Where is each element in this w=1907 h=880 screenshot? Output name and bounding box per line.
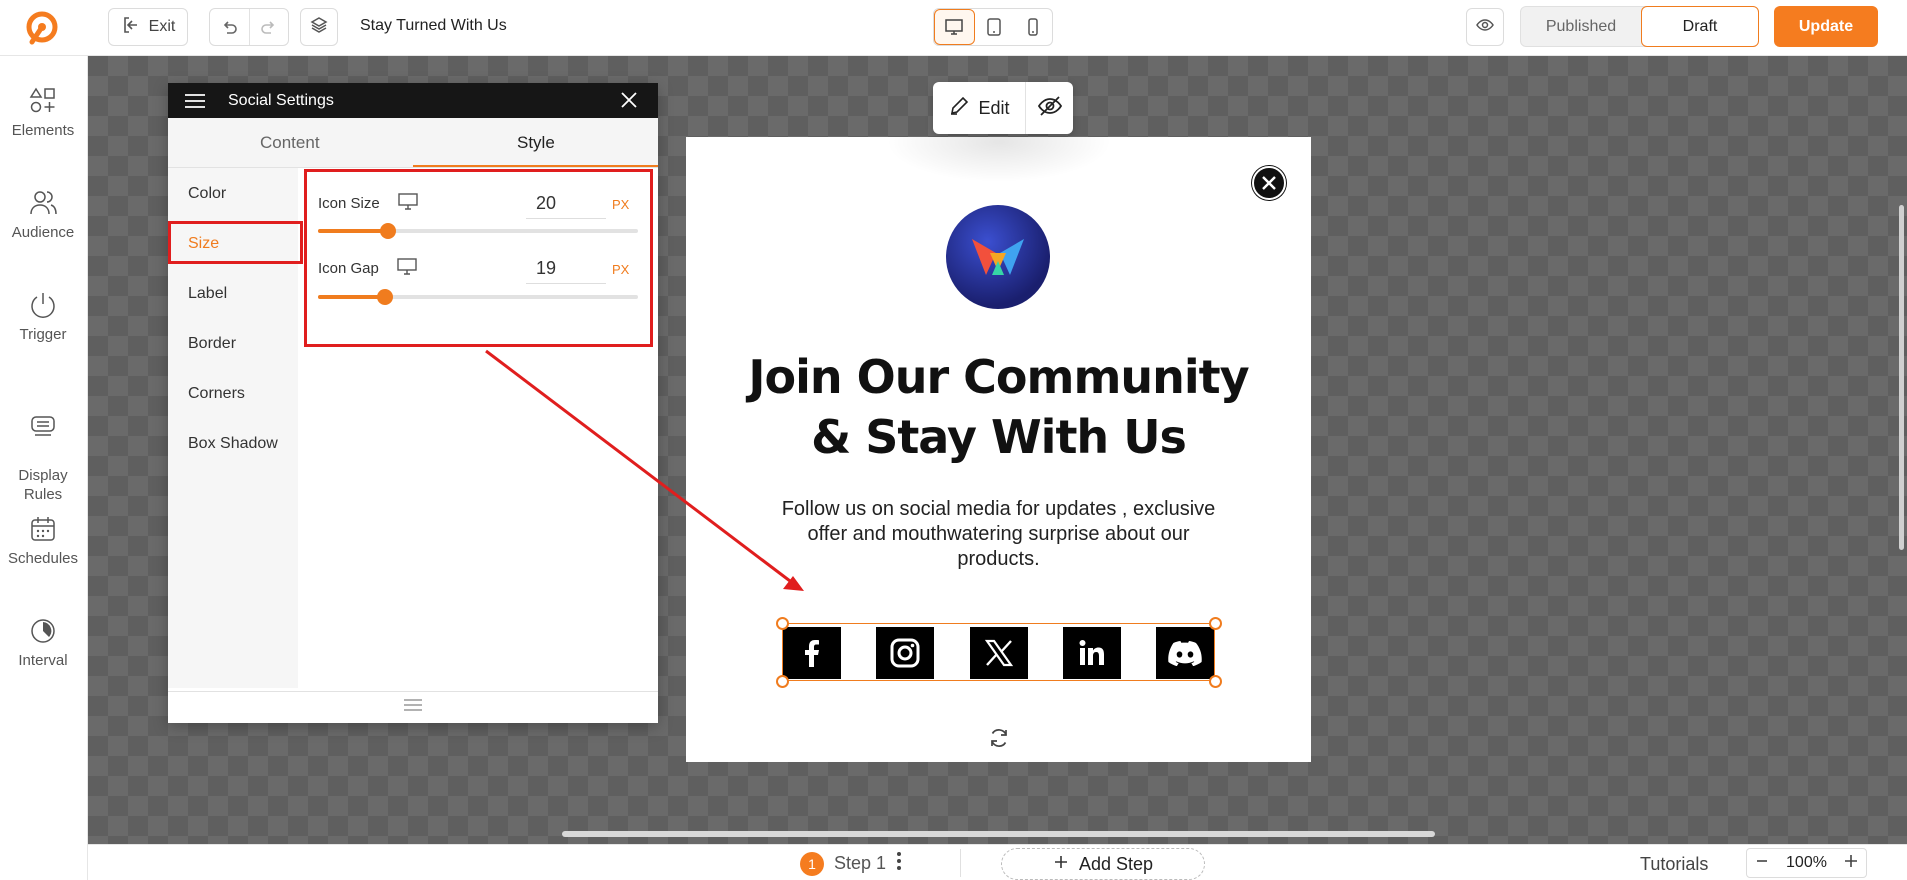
- exit-button[interactable]: Exit: [108, 8, 188, 46]
- menu-item-box-shadow[interactable]: Box Shadow: [188, 435, 278, 453]
- tablet-view-icon[interactable]: [975, 9, 1014, 45]
- menu-item-corners[interactable]: Corners: [188, 385, 245, 403]
- step-selector[interactable]: 1 Step 1: [800, 851, 902, 876]
- published-option[interactable]: Published: [1521, 7, 1641, 46]
- sidebar-item-trigger[interactable]: Trigger: [0, 290, 86, 343]
- more-vertical-icon[interactable]: [896, 851, 902, 876]
- document-title[interactable]: Stay Turned With Us: [360, 17, 507, 35]
- sidebar-label-audience: Audience: [11, 224, 75, 241]
- sidebar-item-audience[interactable]: Audience: [0, 188, 86, 241]
- tab-content[interactable]: Content: [260, 133, 320, 153]
- zoom-in-icon[interactable]: [1844, 854, 1858, 873]
- device-switcher: [933, 8, 1053, 46]
- sidebar-label-elements: Elements: [11, 122, 75, 139]
- app-logo-icon[interactable]: [22, 10, 62, 46]
- popup-heading-line2: & Stay With Us: [811, 410, 1187, 464]
- eye-icon: [1475, 15, 1495, 40]
- menu-item-color[interactable]: Color: [188, 185, 226, 203]
- sidebar-item-elements[interactable]: Elements: [0, 86, 86, 139]
- close-icon[interactable]: [620, 91, 638, 114]
- popup-preview[interactable]: Join Our Community & Stay With Us Follow…: [686, 137, 1311, 762]
- popup-subtext[interactable]: Follow us on social media for updates , …: [776, 497, 1221, 572]
- zoom-control: 100%: [1746, 848, 1867, 878]
- step-label: Step 1: [834, 853, 887, 873]
- sidebar-item-interval[interactable]: Interval: [0, 616, 86, 669]
- popup-heading-line1: Join Our Community: [748, 350, 1249, 404]
- resize-handle-top-left[interactable]: [776, 617, 789, 630]
- left-sidebar: Elements Audience Trigger Display Rules …: [0, 56, 88, 880]
- divider: [960, 849, 961, 877]
- social-settings-panel: Social Settings Content Style Color Size…: [168, 83, 658, 723]
- menu-item-label[interactable]: Label: [188, 285, 227, 303]
- hide-element-button[interactable]: [1025, 82, 1073, 134]
- layers-button[interactable]: [300, 8, 338, 46]
- bottom-bar: 1 Step 1 Add Step Tutorials 100%: [88, 844, 1907, 880]
- panel-resize-handle[interactable]: [168, 691, 658, 723]
- horizontal-scrollbar[interactable]: [562, 831, 1435, 837]
- drag-handle-icon: [402, 698, 424, 717]
- desktop-view-icon[interactable]: [934, 9, 975, 45]
- redo-icon[interactable]: [248, 9, 289, 45]
- popup-heading[interactable]: Join Our Community & Stay With Us: [726, 347, 1271, 467]
- resize-handle-bottom-left[interactable]: [776, 675, 789, 688]
- resize-handle-bottom-right[interactable]: [1209, 675, 1222, 688]
- instagram-icon[interactable]: [876, 627, 934, 679]
- step-number-badge: 1: [800, 851, 824, 876]
- history-group: [209, 8, 289, 46]
- facebook-icon[interactable]: [783, 627, 841, 679]
- size-highlight-box: [168, 221, 303, 264]
- popup-close-icon[interactable]: [1252, 166, 1286, 200]
- x-icon[interactable]: [970, 627, 1028, 679]
- zoom-out-icon[interactable]: [1755, 854, 1769, 873]
- plus-icon: [1053, 854, 1069, 875]
- edit-label: Edit: [978, 97, 1010, 118]
- add-step-label: Add Step: [1078, 853, 1154, 874]
- eye-off-icon: [1037, 95, 1063, 122]
- discord-icon[interactable]: [1156, 627, 1214, 679]
- sidebar-item-display-rules[interactable]: Display Rules: [0, 392, 86, 504]
- hamburger-menu-icon[interactable]: [184, 93, 206, 114]
- exit-icon: [121, 15, 141, 40]
- panel-header[interactable]: Social Settings: [168, 83, 658, 118]
- update-button[interactable]: Update: [1774, 6, 1878, 47]
- draft-option[interactable]: Draft: [1641, 6, 1759, 47]
- add-step-button[interactable]: Add Step: [1001, 848, 1205, 880]
- zoom-level: 100%: [1786, 854, 1827, 871]
- refresh-icon[interactable]: [988, 727, 1010, 754]
- active-tab-indicator: [413, 165, 658, 167]
- top-bar: Exit Stay Turned With Us Published Draft…: [0, 0, 1907, 56]
- social-icons-element[interactable]: [776, 617, 1222, 688]
- resize-handle-top-right[interactable]: [1209, 617, 1222, 630]
- sidebar-label-display-rules: Display Rules: [18, 467, 68, 503]
- tutorials-link[interactable]: Tutorials: [1640, 854, 1708, 875]
- publish-status-toggle: Published Draft: [1520, 6, 1759, 47]
- menu-item-border[interactable]: Border: [188, 335, 236, 353]
- panel-tabs: Content Style: [168, 118, 658, 168]
- elements-icon: [29, 87, 55, 113]
- element-edit-toolbar: Edit: [933, 82, 1073, 134]
- sidebar-label-schedules: Schedules: [7, 550, 79, 567]
- sidebar-item-schedules[interactable]: Schedules: [0, 514, 86, 567]
- interval-icon: [31, 619, 55, 643]
- pencil-icon: [948, 95, 970, 122]
- calendar-icon: [31, 517, 55, 541]
- panel-title: Social Settings: [228, 92, 334, 109]
- edit-button[interactable]: Edit: [933, 82, 1025, 134]
- audience-icon: [30, 191, 57, 215]
- sidebar-label-trigger: Trigger: [19, 326, 67, 343]
- size-controls-highlight-box: [304, 169, 653, 347]
- power-icon: [31, 293, 55, 318]
- mobile-view-icon[interactable]: [1013, 9, 1052, 45]
- vertical-scrollbar[interactable]: [1899, 205, 1904, 550]
- sidebar-label-interval: Interval: [18, 652, 68, 669]
- layers-icon: [309, 15, 329, 40]
- display-rules-icon: [31, 416, 55, 436]
- undo-icon[interactable]: [210, 9, 249, 45]
- preview-button[interactable]: [1466, 8, 1504, 46]
- linkedin-icon[interactable]: [1063, 627, 1121, 679]
- tab-style[interactable]: Style: [517, 133, 555, 153]
- brand-logo[interactable]: [946, 205, 1050, 309]
- exit-label: Exit: [148, 18, 176, 35]
